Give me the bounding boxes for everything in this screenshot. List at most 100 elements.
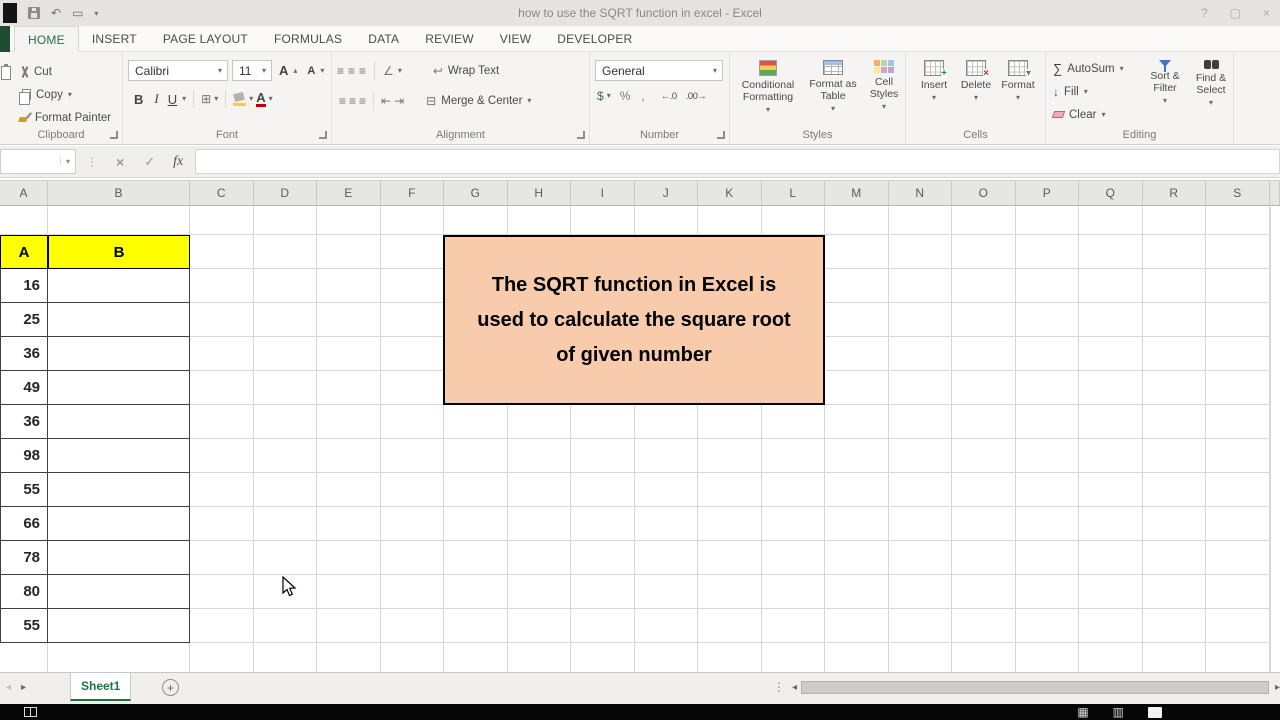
cell[interactable] [1079, 303, 1143, 337]
cell[interactable] [571, 575, 635, 609]
cell[interactable] [634, 643, 698, 672]
scrollbar-thumb[interactable] [801, 681, 1269, 694]
cell[interactable] [1206, 473, 1270, 507]
cell[interactable] [952, 207, 1016, 235]
cell[interactable] [1142, 473, 1206, 507]
sheet-nav-right-icon[interactable]: ▸ [21, 682, 26, 693]
cell[interactable] [888, 609, 952, 643]
cell[interactable] [634, 575, 698, 609]
table-cell[interactable]: 25 [0, 303, 48, 337]
help-icon[interactable]: ? [1201, 6, 1208, 20]
cell[interactable] [190, 541, 254, 575]
cell[interactable] [698, 507, 762, 541]
table-cell[interactable]: 55 [0, 609, 48, 643]
cell[interactable] [380, 575, 444, 609]
cell[interactable] [317, 507, 381, 541]
tab-page-layout[interactable]: PAGE LAYOUT [150, 26, 261, 52]
column-header-I[interactable]: I [571, 181, 635, 205]
column-header-K[interactable]: K [698, 181, 762, 205]
cell[interactable] [190, 269, 254, 303]
table-cell[interactable] [48, 575, 190, 609]
cell[interactable] [952, 337, 1016, 371]
cell[interactable] [380, 643, 444, 672]
cell[interactable] [825, 269, 889, 303]
cell[interactable] [888, 439, 952, 473]
cell[interactable] [952, 371, 1016, 405]
cell[interactable] [1206, 609, 1270, 643]
cell[interactable] [1079, 405, 1143, 439]
column-header-C[interactable]: C [190, 181, 254, 205]
cell[interactable] [317, 541, 381, 575]
clear-button[interactable]: Clear ▾ [1050, 104, 1127, 125]
cell[interactable] [317, 575, 381, 609]
cell[interactable] [317, 371, 381, 405]
cell[interactable] [1206, 235, 1270, 269]
cell[interactable] [1269, 269, 1271, 303]
cell[interactable] [888, 337, 952, 371]
sheet-nav-left-icon[interactable]: ◂ [6, 682, 11, 693]
cell[interactable] [634, 439, 698, 473]
chevron-down-icon[interactable]: ▾ [398, 66, 402, 75]
decrease-decimal-icon[interactable]: .00→ [683, 91, 710, 102]
cell[interactable] [253, 207, 317, 235]
cell[interactable] [253, 507, 317, 541]
column-header-D[interactable]: D [254, 181, 317, 205]
cell[interactable] [1142, 337, 1206, 371]
cell[interactable] [952, 303, 1016, 337]
cell[interactable] [952, 575, 1016, 609]
chevron-down-icon[interactable]: ▾ [182, 95, 186, 103]
table-cell[interactable]: 78 [0, 541, 48, 575]
cell[interactable] [190, 235, 254, 269]
cell[interactable] [380, 303, 444, 337]
cell[interactable] [0, 207, 48, 235]
cell[interactable] [190, 507, 254, 541]
merge-center-button[interactable]: ⊟ Merge & Center ▾ [423, 90, 534, 111]
cell[interactable] [1142, 371, 1206, 405]
cell[interactable] [888, 207, 952, 235]
cell[interactable] [1206, 337, 1270, 371]
insert-function-icon[interactable]: fx [173, 154, 183, 170]
grow-font-button[interactable]: A ▴ [276, 60, 300, 81]
restore-icon[interactable]: ▢ [1230, 6, 1241, 20]
cell[interactable] [698, 439, 762, 473]
cell[interactable] [825, 405, 889, 439]
cell[interactable] [444, 207, 508, 235]
cell[interactable] [1079, 609, 1143, 643]
cell[interactable] [952, 235, 1016, 269]
cell[interactable] [1206, 371, 1270, 405]
cell[interactable] [825, 575, 889, 609]
cell[interactable] [190, 575, 254, 609]
cancel-icon[interactable]: × [116, 154, 124, 170]
cell[interactable] [1079, 541, 1143, 575]
cell[interactable] [952, 541, 1016, 575]
orientation-icon[interactable]: ∠ [383, 65, 394, 77]
column-header-H[interactable]: H [508, 181, 571, 205]
cell[interactable] [1015, 541, 1079, 575]
tab-file[interactable] [0, 26, 10, 52]
cell[interactable] [1206, 541, 1270, 575]
cell[interactable] [634, 405, 698, 439]
cell[interactable] [1142, 439, 1206, 473]
delete-cells-button[interactable]: × Delete ▾ [956, 56, 996, 102]
cell[interactable] [571, 473, 635, 507]
cell[interactable] [825, 643, 889, 672]
table-cell[interactable] [48, 473, 190, 507]
tab-developer[interactable]: DEVELOPER [544, 26, 645, 52]
scroll-right-icon[interactable]: ▸ [1275, 682, 1280, 693]
cell[interactable] [1015, 269, 1079, 303]
cell[interactable] [698, 405, 762, 439]
cell[interactable] [1269, 337, 1271, 371]
cell[interactable] [698, 609, 762, 643]
cell[interactable] [1015, 405, 1079, 439]
cell[interactable] [1269, 507, 1271, 541]
cell[interactable] [1206, 405, 1270, 439]
cell[interactable] [888, 235, 952, 269]
view-page-break-icon[interactable] [1148, 706, 1162, 718]
cell[interactable] [1206, 207, 1270, 235]
cell[interactable] [253, 235, 317, 269]
cell[interactable] [1015, 439, 1079, 473]
wrap-text-button[interactable]: ↩ Wrap Text [430, 60, 502, 81]
cell[interactable] [761, 207, 825, 235]
cell[interactable] [1015, 575, 1079, 609]
column-header-A[interactable]: A [0, 181, 48, 205]
